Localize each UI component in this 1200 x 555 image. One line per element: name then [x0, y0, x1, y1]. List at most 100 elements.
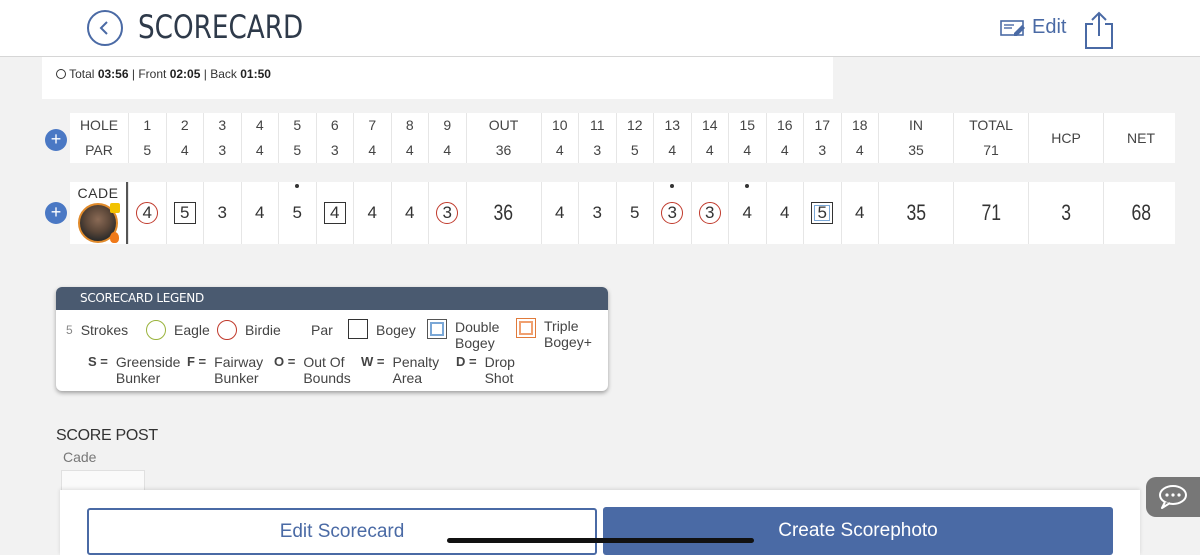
total-time-label: Total	[69, 67, 95, 81]
net-score: 68	[1131, 200, 1151, 225]
score-cell[interactable]: 3	[578, 182, 616, 244]
edit-scorecard-button[interactable]: Edit Scorecard	[87, 508, 597, 555]
out-score-cell[interactable]: 36	[465, 182, 541, 244]
hole-number: 5	[293, 117, 302, 133]
hole-score: 3	[436, 202, 459, 224]
share-button[interactable]	[1083, 10, 1115, 50]
score-cell[interactable]: 3	[653, 182, 691, 244]
hcp-score-cell[interactable]: 3	[1028, 182, 1103, 244]
birdie-swatch-icon	[217, 320, 237, 340]
chat-button[interactable]	[1146, 477, 1200, 517]
hole-number: 10	[551, 117, 568, 133]
double-bogey-swatch-icon	[427, 319, 447, 339]
hole-column: 18 4	[840, 113, 879, 163]
score-post-title: SCORE POST	[56, 427, 158, 444]
score-cell[interactable]: 4	[840, 182, 879, 244]
hole-score: 5	[173, 202, 196, 224]
hole-number: OUT	[488, 117, 519, 133]
score-cell[interactable]: 4	[353, 182, 391, 244]
edit-card-icon	[1000, 19, 1025, 36]
hole-column: 63	[315, 113, 354, 163]
hole-par: 4	[855, 142, 864, 158]
par-label: PAR	[85, 142, 113, 158]
hole-par: 4	[443, 142, 452, 158]
home-indicator	[447, 538, 754, 543]
hole-par-row: HOLE PAR 1 5 2 4 3 3 4 4 5 5 6 3 7 4 8 4 9 4 OUT 36 10 4 11 3 12 5 1…	[70, 113, 1175, 163]
front-time-label: Front	[138, 67, 167, 81]
hole-number: 12	[626, 117, 643, 133]
hole-number: 11	[589, 117, 605, 133]
out-score: 36	[493, 200, 514, 225]
hole-par-labels: HOLE PAR	[70, 113, 128, 163]
legend-f-label: Fairway	[214, 354, 264, 370]
legend-d-abbr: D =	[456, 354, 477, 369]
legend-d: D = Drop Shot	[456, 354, 515, 386]
score-cell[interactable]: 4	[315, 182, 354, 244]
hole-number: 6	[330, 117, 339, 133]
hole-number: 8	[405, 117, 414, 133]
create-scorephoto-button[interactable]: Create Scorephoto	[603, 507, 1113, 555]
hole-score: 4	[367, 203, 377, 222]
hole-score: 3	[592, 203, 602, 222]
legend-birdie: Birdie	[217, 320, 281, 340]
net-score-cell[interactable]: 68	[1103, 182, 1178, 244]
hole-number: 16	[776, 117, 793, 133]
score-cell[interactable]: 4	[765, 182, 804, 244]
hole-score: 4	[255, 203, 265, 222]
hole-column: 17 3	[803, 113, 841, 163]
hole-par: 5	[143, 142, 152, 158]
legend-bogey-label: Bogey	[376, 322, 416, 338]
scorecard-legend: SCORECARD LEGEND 5 Strokes Eagle Birdie …	[56, 287, 608, 391]
score-cell[interactable]: 4	[390, 182, 429, 244]
round-time-bar: Total 03:56 | Front 02:05 | Back 01:50	[42, 57, 833, 99]
add-hole-row-button[interactable]: +	[45, 129, 67, 151]
legend-f-abbr: F =	[187, 354, 207, 369]
back-button[interactable]	[87, 10, 123, 46]
bottom-action-bar: Edit Scorecard Create Scorephoto	[60, 490, 1140, 555]
total-column: TOTAL 71	[953, 113, 1028, 163]
legend-s-label: Greenside	[115, 354, 181, 370]
hcp-score: 3	[1061, 200, 1071, 225]
hole-score-wrap: 3	[661, 184, 684, 224]
hole-par: 4	[405, 142, 414, 158]
legend-w-abbr: W =	[361, 354, 385, 369]
score-cell[interactable]: 4	[128, 182, 166, 244]
score-cell[interactable]: 3	[428, 182, 466, 244]
in-score: 35	[906, 200, 926, 225]
hole-par: 4	[705, 142, 714, 158]
legend-par: Par	[311, 322, 333, 338]
score-cell[interactable]: 3	[203, 182, 241, 244]
hole-par: 3	[593, 142, 602, 158]
hole-column: 84	[390, 113, 429, 163]
triple-bogey-swatch-icon	[516, 318, 536, 338]
hole-par: 4	[555, 142, 564, 158]
score-post-player-name: Cade	[63, 449, 97, 465]
score-cell[interactable]: 4	[540, 182, 579, 244]
hole-column: 11 3	[578, 113, 616, 163]
legend-o-abbr: O =	[274, 354, 296, 369]
hole-par: 4	[255, 142, 264, 158]
score-cell[interactable]: 4	[240, 182, 279, 244]
score-cell[interactable]: 4	[728, 182, 766, 244]
flame-icon	[110, 232, 119, 243]
hole-number: TOTAL	[969, 117, 1013, 133]
hole-column: 74	[353, 113, 391, 163]
in-score-cell[interactable]: 35	[878, 182, 953, 244]
score-cell[interactable]: 5	[803, 182, 841, 244]
legend-o: O = Out Of Bounds	[274, 354, 351, 386]
edit-button[interactable]: Edit	[1000, 16, 1066, 39]
add-player-button[interactable]: +	[45, 202, 67, 224]
score-cell[interactable]: 5	[165, 182, 204, 244]
legend-triple-bogey-label-2: Bogey+	[544, 334, 592, 350]
player-cell[interactable]: CADE	[70, 182, 128, 244]
total-score-cell[interactable]: 71	[953, 182, 1028, 244]
hole-score: 3	[698, 202, 721, 224]
score-cell[interactable]: 3	[690, 182, 729, 244]
strokes-sample: 5	[66, 323, 73, 337]
net-column: NET	[1103, 113, 1178, 163]
score-cell[interactable]: 5	[278, 182, 316, 244]
stroke-dot-icon	[670, 184, 675, 188]
score-cell[interactable]: 5	[615, 182, 654, 244]
legend-w: W = Penalty Area	[361, 354, 439, 386]
legend-s-label-2: Bunker	[115, 370, 161, 386]
